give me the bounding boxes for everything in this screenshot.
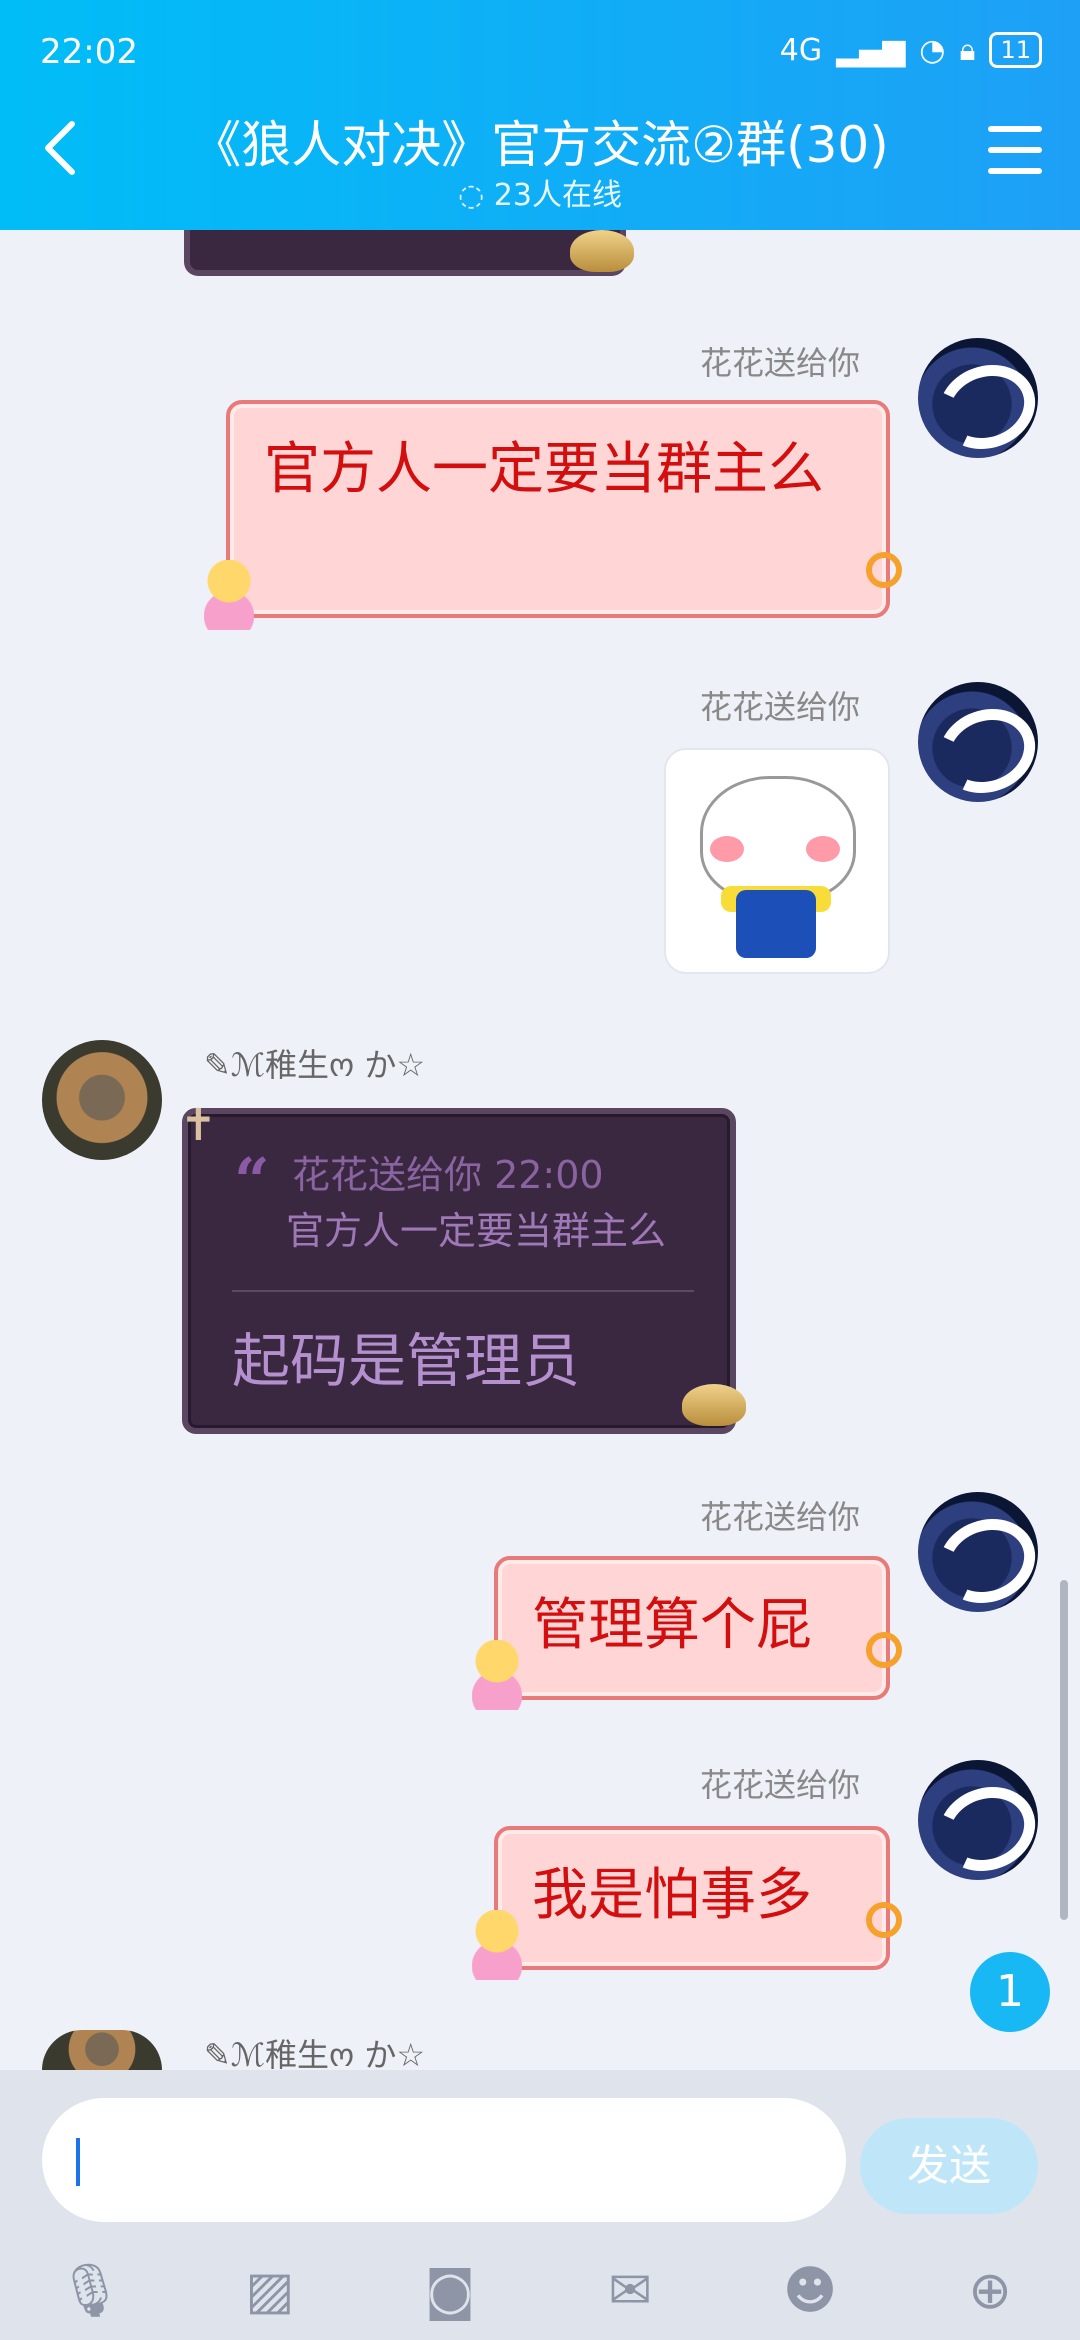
message-text: 管理算个屁 <box>532 1593 812 1658</box>
plus-icon[interactable]: ⊕ <box>956 2260 1024 2322</box>
message-text: 我是怕事多 <box>532 1863 812 1928</box>
sticker-body <box>736 890 816 958</box>
chat-header: 22:02 4G ▂▄▆ ◔ 🔒︎ 11 《狼人对决》官方交流②群(30) ◌ … <box>0 0 1080 230</box>
bubble-decoration <box>866 1632 902 1668</box>
message-bubble[interactable]: 官方人一定要当群主么 <box>226 400 890 618</box>
sender-name: 花花送给你 <box>699 1766 860 1804</box>
mic-icon[interactable]: 🎙︎ <box>56 2260 124 2322</box>
quote-text: 官方人一定要当群主么 <box>286 1209 667 1253</box>
message-bubble[interactable]: 我是怕事多 <box>494 1826 890 1970</box>
message-input[interactable] <box>42 2098 846 2222</box>
sticker-cheek <box>710 836 744 862</box>
avatar[interactable] <box>42 2030 162 2070</box>
redpacket-icon[interactable]: ✉ <box>596 2260 664 2322</box>
sticker-image[interactable] <box>664 748 890 974</box>
message-text: 起码是管理员 <box>232 1327 581 1395</box>
lock-icon: 🔒︎ <box>959 32 976 68</box>
text-caret <box>76 2138 80 2186</box>
reply-bubble[interactable]: “ 花花送给你 22:00 官方人一定要当群主么 起码是管理员 <box>182 1108 736 1434</box>
send-button[interactable]: 发送 <box>860 2118 1038 2214</box>
message-text: 官方人一定要当群主么 <box>264 437 824 502</box>
status-icons: 4G ▂▄▆ ◔ 🔒︎ 11 <box>780 32 1042 68</box>
scrollbar[interactable] <box>1060 1580 1068 1920</box>
composer-bar: 发送 🎙︎ ▨ ◙ ✉ ☻ ⊕ <box>0 2070 1080 2340</box>
top-partial-bubble <box>184 230 626 276</box>
image-icon[interactable]: ▨ <box>236 2260 304 2322</box>
wifi-icon: ◔ <box>919 32 946 68</box>
signal-icon: ▂▄▆ <box>836 32 906 68</box>
battery-icon: 11 <box>989 32 1042 68</box>
sender-name: ✎ℳ稚生ო か☆ <box>204 1046 426 1084</box>
menu-icon[interactable] <box>988 126 1042 176</box>
online-count: ◌ 23人在线 <box>458 178 622 213</box>
bubble-decoration <box>866 552 902 588</box>
bubble-decoration <box>472 1910 522 1980</box>
quote-icon: “ <box>234 1144 270 1217</box>
avatar[interactable] <box>918 1492 1038 1612</box>
sender-name: 花花送给你 <box>699 688 860 726</box>
avatar[interactable] <box>918 1760 1038 1880</box>
cross-icon: ✝ <box>180 1100 217 1151</box>
status-time: 22:02 <box>40 32 138 72</box>
sender-name: 花花送给你 <box>699 344 860 382</box>
input-toolbar: 🎙︎ ▨ ◙ ✉ ☻ ⊕ <box>0 2240 1080 2340</box>
avatar[interactable] <box>42 1040 162 1160</box>
network-label: 4G <box>779 32 823 68</box>
bubble-decoration <box>472 1640 522 1710</box>
avatar[interactable] <box>918 338 1038 458</box>
bubble-decoration <box>204 560 254 630</box>
group-title[interactable]: 《狼人对决》官方交流②群(30) <box>0 105 1080 177</box>
bubble-decoration <box>866 1902 902 1938</box>
mask-decoration <box>570 230 634 272</box>
camera-icon[interactable]: ◙ <box>416 2260 484 2322</box>
online-text: 23人在线 <box>493 178 622 213</box>
mask-decoration <box>682 1384 746 1426</box>
sticker-cheek <box>806 836 840 862</box>
avatar[interactable] <box>918 682 1038 802</box>
divider <box>232 1290 694 1292</box>
sender-name: 花花送给你 <box>699 1498 860 1536</box>
quote-source: 花花送给你 22:00 <box>292 1153 604 1197</box>
new-message-badge[interactable]: 1 <box>970 1952 1050 2032</box>
message-bubble[interactable]: 管理算个屁 <box>494 1556 890 1700</box>
emoji-icon[interactable]: ☻ <box>776 2260 844 2322</box>
